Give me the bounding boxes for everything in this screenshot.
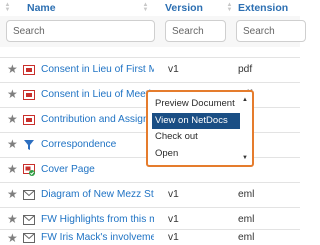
star-icon[interactable]: ★ <box>7 188 18 200</box>
star-icon[interactable]: ★ <box>7 163 18 175</box>
document-name-link[interactable]: FW Iris Mack's involveme... <box>41 231 154 245</box>
extension-cell: eml <box>238 214 255 225</box>
extension-cell: eml <box>238 189 255 200</box>
document-name-link[interactable]: Cover Page <box>41 163 154 177</box>
sort-icon[interactable]: ▲ ▼ <box>226 2 233 13</box>
menu-item-view-on-netdocs[interactable]: View on NetDocs <box>152 112 240 129</box>
star-icon[interactable]: ★ <box>7 88 18 100</box>
scroll-down-icon[interactable]: ▼ <box>241 154 249 162</box>
extension-search-input[interactable] <box>236 20 306 42</box>
sort-icon[interactable]: ▲ ▼ <box>4 2 11 13</box>
star-icon[interactable]: ★ <box>7 113 18 125</box>
column-header-extension[interactable]: Extension <box>238 0 288 16</box>
context-menu-list: Preview Document View on NetDocs Check o… <box>152 96 240 162</box>
filter-icon <box>24 140 34 150</box>
context-menu-scrollbar[interactable]: ▲ ▼ <box>241 96 249 162</box>
pdf-checked-icon <box>23 164 35 176</box>
document-name-link[interactable]: Diagram of New Mezz Str... <box>41 188 154 202</box>
menu-item-check-out[interactable]: Check out <box>152 129 240 146</box>
email-icon <box>23 190 35 200</box>
version-cell: v1 <box>168 64 179 75</box>
star-icon[interactable]: ★ <box>7 63 18 75</box>
email-icon <box>23 233 35 243</box>
pdf-icon <box>23 90 35 100</box>
version-cell: v1 <box>168 189 179 200</box>
document-name-link[interactable]: Consent in Lieu of First M... <box>41 63 154 77</box>
extension-cell: pdf <box>238 64 253 75</box>
version-cell: v1 <box>168 214 179 225</box>
version-search-input[interactable] <box>165 20 226 42</box>
table-row[interactable]: ★ FW Iris Mack's involveme... v1 eml <box>0 229 300 244</box>
document-name-link[interactable]: Correspondence <box>41 138 154 152</box>
table-row[interactable]: ★ Diagram of New Mezz Str... v1 eml <box>0 182 300 207</box>
menu-item-preview-document[interactable]: Preview Document <box>152 96 240 113</box>
column-header-name[interactable]: Name <box>27 0 56 16</box>
scroll-up-icon[interactable]: ▲ <box>241 96 249 104</box>
pdf-icon <box>23 115 35 125</box>
column-header-version[interactable]: Version <box>165 0 203 16</box>
star-icon[interactable]: ★ <box>7 213 18 225</box>
email-icon <box>23 215 35 225</box>
table-row[interactable]: ★ Consent in Lieu of First M... v1 pdf <box>0 57 300 82</box>
star-icon[interactable]: ★ <box>7 138 18 150</box>
document-name-link[interactable]: Consent in Lieu of Meetin... <box>41 88 154 102</box>
document-name-link[interactable]: Contribution and Assignm... <box>41 113 154 127</box>
star-icon[interactable]: ★ <box>7 232 18 244</box>
menu-item-open[interactable]: Open <box>152 146 240 163</box>
table-row[interactable] <box>0 44 300 58</box>
sort-icon[interactable]: ▲ ▼ <box>142 2 149 13</box>
extension-cell: eml <box>238 232 255 243</box>
context-menu: Preview Document View on NetDocs Check o… <box>146 90 254 167</box>
pdf-icon <box>23 65 35 75</box>
document-name-link[interactable]: FW Highlights from this m... <box>41 213 154 227</box>
name-search-input[interactable] <box>6 20 155 42</box>
version-cell: v1 <box>168 232 179 243</box>
